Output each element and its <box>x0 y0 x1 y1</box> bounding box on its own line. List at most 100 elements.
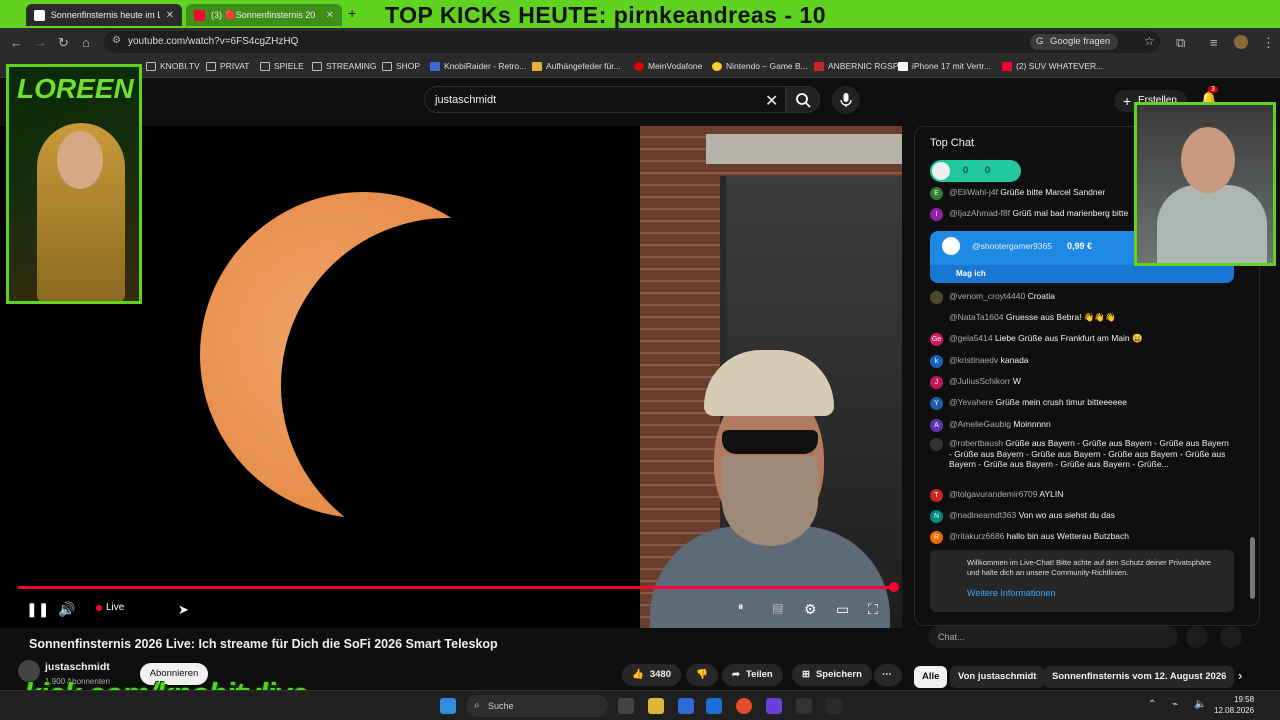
app-icon[interactable] <box>826 698 842 714</box>
send-button[interactable] <box>1220 626 1242 648</box>
chip-topic[interactable]: Sonnenfinsternis vom 12. August 2026 <box>1044 666 1235 688</box>
chat-message[interactable]: R @ritakurz6686 hallo bin aus Wetterau Bu… <box>930 531 1230 544</box>
site-info-icon[interactable]: ⚙ <box>112 35 121 46</box>
forward-icon[interactable]: → <box>34 35 47 50</box>
bookmark-item[interactable]: Nintendo – Game B... <box>712 61 808 71</box>
app-icon[interactable] <box>766 698 782 714</box>
bookmark-star-icon[interactable]: ☆ <box>1144 34 1155 48</box>
share-button[interactable]: ➦ Teilen <box>722 664 783 686</box>
task-view-icon[interactable] <box>618 698 634 714</box>
bookmark-item[interactable]: SPIELE <box>260 61 304 71</box>
fullscreen-icon[interactable]: ⛶ <box>868 601 878 618</box>
tab-active[interactable]: Sonnenfinsternis heute im Live ✕ <box>26 4 182 26</box>
chat-message[interactable]: N @nadineamdt363 Von wo aus siehst du das <box>930 510 1230 523</box>
progress-bar[interactable] <box>18 586 892 589</box>
chat-poll[interactable]: 0 0 <box>930 160 1021 182</box>
chat-author[interactable]: @Yevahere <box>949 397 993 407</box>
search-button[interactable] <box>786 86 820 113</box>
extensions-icon[interactable]: ⧉ <box>1176 35 1185 51</box>
network-icon[interactable]: ⌁ <box>1172 699 1178 710</box>
chat-message[interactable]: k @kristinaedv kanada <box>930 355 1230 368</box>
bookmark-item[interactable]: PRIVAT <box>206 61 249 71</box>
chat-author[interactable]: @robertbaush <box>949 438 1003 448</box>
chat-scrollbar[interactable] <box>1250 537 1255 599</box>
chat-author[interactable]: @JuliusSchikorr <box>949 376 1011 386</box>
new-tab-button[interactable]: + <box>348 5 356 21</box>
chrome-icon[interactable] <box>736 698 752 714</box>
more-actions-button[interactable]: ⋯ <box>874 664 902 686</box>
bookmark-item[interactable]: KNOBI.TV <box>146 61 200 71</box>
bookmark-item[interactable]: iPhone 17 mit Vertr... <box>898 61 991 71</box>
superchat-author: @shootergamer9365 <box>972 241 1052 251</box>
emoji-button[interactable] <box>1186 626 1208 648</box>
chip-all[interactable]: Alle <box>914 666 948 688</box>
more-icon[interactable]: ⋮ <box>1262 35 1275 51</box>
chat-message-body: @Yevahere Grüße mein crush timur bitteee… <box>949 397 1127 410</box>
profile-avatar[interactable] <box>1234 35 1248 49</box>
chat-header[interactable]: Top Chat <box>930 137 974 149</box>
speaker-icon[interactable]: 🔈 <box>1194 699 1206 710</box>
bookmark-item[interactable]: (2) SUV WHATEVER... <box>1002 61 1103 71</box>
clear-icon[interactable]: ✕ <box>765 91 778 111</box>
volume-icon[interactable]: 🔊 <box>58 601 75 618</box>
edge-icon[interactable] <box>706 698 722 714</box>
tab-youtube[interactable]: (3) 🔴Sonnenfinsternis 202 ✕ <box>186 4 342 26</box>
chat-author[interactable]: @venom_croyt4440 <box>949 291 1025 301</box>
chevron-right-icon[interactable]: › <box>1238 668 1242 683</box>
chat-author[interactable]: @ritakurz6686 <box>949 531 1004 541</box>
taskbar-search[interactable]: ⌕ Suche <box>466 695 608 717</box>
dislike-button[interactable]: 👎 <box>686 664 718 686</box>
bookmark-item[interactable]: MeinVodafone <box>634 61 702 71</box>
obs-icon[interactable] <box>796 698 812 714</box>
file-explorer-icon[interactable] <box>648 698 664 714</box>
more-info-link[interactable]: Weitere Informationen <box>967 588 1055 598</box>
chat-message[interactable]: T @tolgavurandemir6709 AYLIN <box>930 489 1230 502</box>
chat-author[interactable]: @IjazAhmad-f8f <box>949 208 1010 218</box>
address-bar[interactable]: ⚙ youtube.com/watch?v=6FS4cgZHzHQ G Goog… <box>104 31 1160 53</box>
store-icon[interactable] <box>678 698 694 714</box>
windows-start-icon[interactable] <box>440 698 456 714</box>
voice-search-button[interactable] <box>832 86 860 114</box>
chat-author[interactable]: @AmelieGaubig <box>949 419 1011 429</box>
chat-message[interactable]: A @AmelieGaubig Moinnnnn <box>930 419 1230 432</box>
live-badge[interactable]: Live <box>96 602 124 613</box>
chat-message[interactable]: Ge @gela5414 Liebe Grüße aus Frankfurt am… <box>930 333 1230 346</box>
chat-author[interactable]: @EliWahl-j4f <box>949 187 998 197</box>
theater-mode-icon[interactable]: ▭ <box>836 601 849 618</box>
chat-message[interactable]: @NataTa1604 Gruesse aus Bebra! 👋👋👋 <box>930 312 1230 325</box>
chat-input[interactable]: Chat... <box>928 626 1178 648</box>
chat-message[interactable]: Y @Yevahere Grüße mein crush timur bittee… <box>930 397 1230 410</box>
bookmark-item[interactable]: KnobiRaider - Retro... <box>430 61 526 71</box>
back-icon[interactable]: ← <box>10 35 23 50</box>
miniplayer-pause-icon[interactable]: ⏸ <box>738 601 744 614</box>
settings-icon[interactable]: ⚙ <box>804 601 817 618</box>
bookmark-item[interactable]: ANBERNIC RGSP <box>814 61 898 71</box>
google-ask-button[interactable]: G Google fragen <box>1030 34 1119 50</box>
bookmark-item[interactable]: SHOP <box>382 61 420 71</box>
channel-name[interactable]: justaschmidt <box>45 661 110 673</box>
bookmark-item[interactable]: Aufhängefeder für... <box>532 61 621 71</box>
subtitles-icon[interactable]: ▤ <box>772 601 783 615</box>
search-input[interactable]: justaschmidt ✕ <box>424 86 786 113</box>
chat-message[interactable]: J @JuliusSchikorr W <box>930 376 1230 389</box>
chip-channel[interactable]: Von justaschmidt <box>950 666 1045 688</box>
like-button[interactable]: 👍 3480 <box>622 664 681 686</box>
reload-icon[interactable]: ↻ <box>58 35 69 51</box>
chat-message[interactable]: @venom_croyt4440 Croatia <box>930 291 1230 304</box>
tray-chevron-icon[interactable]: ⌃ <box>1148 699 1156 710</box>
chat-author[interactable]: @nadineamdt363 <box>949 510 1016 520</box>
chat-author[interactable]: @tolgavurandemir6709 <box>949 489 1038 499</box>
chat-author[interactable]: @gela5414 <box>949 333 993 343</box>
clock[interactable]: 19:58 12.08.2026 <box>1214 694 1254 716</box>
bookmark-item[interactable]: STREAMING <box>312 61 377 71</box>
chat-author[interactable]: @NataTa1604 <box>949 312 1003 322</box>
progress-scrubber[interactable] <box>889 582 899 592</box>
save-button[interactable]: ⊞ Speichern <box>792 664 872 686</box>
home-icon[interactable]: ⌂ <box>82 35 90 50</box>
close-icon[interactable]: ✕ <box>326 10 334 21</box>
pause-icon[interactable]: ❚❚ <box>26 601 49 618</box>
menu-icon[interactable]: ≡ <box>1210 35 1218 50</box>
close-icon[interactable]: ✕ <box>166 10 174 21</box>
chat-author[interactable]: @kristinaedv <box>949 355 998 365</box>
chat-message[interactable]: @robertbaush Grüße aus Bayern - Grüße au… <box>930 438 1230 470</box>
